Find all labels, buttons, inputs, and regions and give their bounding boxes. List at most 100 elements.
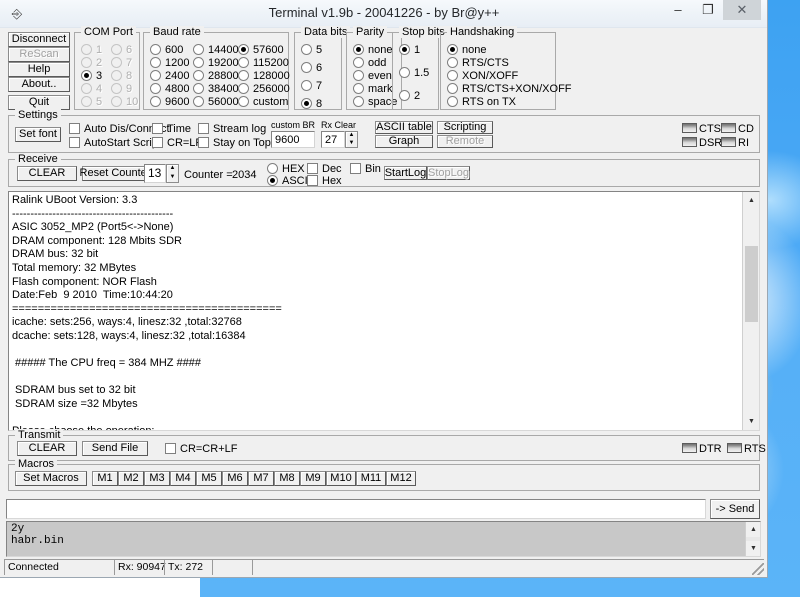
- checkbox-autostart-script[interactable]: AutoStart Script: [69, 137, 161, 149]
- baud-radio-19200[interactable]: 19200: [193, 57, 239, 69]
- remote-button[interactable]: Remote: [437, 135, 493, 148]
- parity-radio-mark[interactable]: mark: [353, 83, 392, 95]
- send-input[interactable]: [6, 499, 706, 519]
- spinner-down-arrow[interactable]: ▼: [346, 140, 357, 148]
- com-port-radio-4[interactable]: 4: [81, 83, 102, 95]
- set-font-button[interactable]: Set font: [15, 127, 61, 142]
- baud-radio-57600[interactable]: 57600: [238, 44, 284, 56]
- ascii-table-button[interactable]: ASCII table: [375, 121, 433, 134]
- baud-radio-2400[interactable]: 2400: [150, 70, 189, 82]
- stop-log-button[interactable]: StopLog: [427, 166, 470, 180]
- parity-radio-odd[interactable]: odd: [353, 57, 386, 69]
- baud-radio-14400[interactable]: 14400: [193, 44, 239, 56]
- send-history-box[interactable]: 2y habr.bin ▲ ▼: [6, 521, 761, 557]
- checkbox-time[interactable]: Time: [152, 123, 191, 135]
- baud-radio-38400[interactable]: 38400: [193, 83, 239, 95]
- checkbox-stay-on-top[interactable]: Stay on Top: [198, 137, 271, 149]
- stop-bits-radio-1[interactable]: 1: [399, 44, 420, 56]
- receive-spin-input[interactable]: 13: [144, 164, 166, 183]
- send-file-button[interactable]: Send File: [82, 441, 148, 456]
- com-port-radio-9[interactable]: 9: [111, 83, 132, 95]
- maximize-button[interactable]: ❐: [693, 0, 723, 20]
- checkbox-stream-log[interactable]: Stream log: [198, 123, 266, 135]
- baud-radio-28800[interactable]: 28800: [193, 70, 239, 82]
- graph-button[interactable]: Graph: [375, 135, 433, 148]
- close-button[interactable]: ✕: [723, 0, 761, 20]
- macro-button-m8[interactable]: M8: [274, 471, 300, 486]
- checkbox-cr-crlf[interactable]: CR=CR+LF: [165, 443, 237, 455]
- macro-button-m4[interactable]: M4: [170, 471, 196, 486]
- checkbox-bin[interactable]: Bin: [350, 163, 381, 175]
- set-macros-button[interactable]: Set Macros: [15, 471, 87, 486]
- receive-clear-button[interactable]: CLEAR: [17, 166, 77, 181]
- receive-text-area[interactable]: Ralink UBoot Version: 3.3 --------------…: [8, 191, 760, 431]
- rx-clear-spinner[interactable]: ▲ ▼: [345, 131, 358, 148]
- baud-radio-600[interactable]: 600: [150, 44, 183, 56]
- parity-radio-space[interactable]: space: [353, 96, 397, 108]
- parity-radio-none[interactable]: none: [353, 44, 392, 56]
- scrollbar-thumb[interactable]: [745, 246, 758, 322]
- baud-radio-115200[interactable]: 115200: [238, 57, 289, 69]
- send-button[interactable]: -> Send: [710, 499, 760, 519]
- baud-radio-4800[interactable]: 4800: [150, 83, 189, 95]
- handshaking-radio-both[interactable]: RTS/CTS+XON/XOFF: [447, 83, 572, 95]
- receive-spinner-down-arrow[interactable]: ▼: [167, 174, 178, 183]
- macro-button-m7[interactable]: M7: [248, 471, 274, 486]
- macro-button-m12[interactable]: M12: [386, 471, 416, 486]
- baud-radio-custom[interactable]: custom: [238, 96, 288, 108]
- macro-button-m3[interactable]: M3: [144, 471, 170, 486]
- transmit-clear-button[interactable]: CLEAR: [17, 441, 77, 456]
- handshaking-radio-xonxoff[interactable]: XON/XOFF: [447, 70, 518, 82]
- macro-button-m5[interactable]: M5: [196, 471, 222, 486]
- baud-radio-56000[interactable]: 56000: [193, 96, 239, 108]
- baud-radio-1200[interactable]: 1200: [150, 57, 189, 69]
- com-port-radio-8[interactable]: 8: [111, 70, 132, 82]
- about-button[interactable]: About..: [8, 77, 70, 92]
- receive-spinner[interactable]: ▲ ▼: [166, 164, 179, 183]
- quit-button[interactable]: Quit: [8, 95, 70, 110]
- baud-radio-256000[interactable]: 256000: [238, 83, 290, 95]
- macro-button-m6[interactable]: M6: [222, 471, 248, 486]
- handshaking-radio-rtsontx[interactable]: RTS on TX: [447, 96, 516, 108]
- checkbox-dec[interactable]: Dec: [307, 163, 342, 175]
- macro-button-m9[interactable]: M9: [300, 471, 326, 486]
- stop-bits-radio-2[interactable]: 2: [399, 90, 420, 102]
- handshaking-radio-none[interactable]: none: [447, 44, 486, 56]
- resize-grip[interactable]: [752, 563, 764, 575]
- scroll-up-arrow[interactable]: ▲: [743, 192, 759, 209]
- com-port-radio-7[interactable]: 7: [111, 57, 132, 69]
- send-scroll-up-arrow[interactable]: ▲: [746, 522, 760, 537]
- macro-button-m10[interactable]: M10: [326, 471, 356, 486]
- macro-button-m11[interactable]: M11: [356, 471, 386, 486]
- receive-radio-ascii[interactable]: ASCII: [267, 175, 311, 187]
- reset-counter-button[interactable]: Reset Counter: [80, 166, 150, 181]
- send-scroll-down-arrow[interactable]: ▼: [746, 541, 760, 556]
- data-bits-radio-6[interactable]: 6: [301, 62, 322, 74]
- macro-button-m2[interactable]: M2: [118, 471, 144, 486]
- checkbox-hex[interactable]: Hex: [307, 175, 342, 187]
- com-port-radio-6[interactable]: 6: [111, 44, 132, 56]
- data-bits-radio-7[interactable]: 7: [301, 80, 322, 92]
- minimize-button[interactable]: –: [663, 0, 693, 20]
- rescan-button[interactable]: ReScan: [8, 47, 70, 62]
- stop-bits-radio-1-5[interactable]: 1.5: [399, 67, 429, 79]
- receive-scrollbar[interactable]: ▲ ▼: [742, 192, 759, 430]
- baud-radio-9600[interactable]: 9600: [150, 96, 189, 108]
- rx-clear-input[interactable]: 27: [321, 131, 345, 148]
- custom-br-input[interactable]: 9600: [271, 131, 315, 148]
- com-port-radio-3[interactable]: 3: [81, 70, 102, 82]
- checkbox-cr-lf[interactable]: CR=LF: [152, 137, 202, 149]
- help-button[interactable]: Help: [8, 62, 70, 77]
- disconnect-button[interactable]: Disconnect: [8, 32, 70, 47]
- send-history-scrollbar[interactable]: ▲ ▼: [745, 522, 760, 556]
- receive-spinner-up-arrow[interactable]: ▲: [167, 165, 178, 174]
- com-port-radio-5[interactable]: 5: [81, 96, 102, 108]
- data-bits-radio-5[interactable]: 5: [301, 44, 322, 56]
- scroll-down-arrow[interactable]: ▼: [743, 413, 759, 430]
- scripting-button[interactable]: Scripting: [437, 121, 493, 134]
- spinner-up-arrow[interactable]: ▲: [346, 132, 357, 140]
- com-port-radio-2[interactable]: 2: [81, 57, 102, 69]
- macro-button-m1[interactable]: M1: [92, 471, 118, 486]
- baud-radio-128000[interactable]: 128000: [238, 70, 290, 82]
- data-bits-radio-8[interactable]: 8: [301, 98, 322, 110]
